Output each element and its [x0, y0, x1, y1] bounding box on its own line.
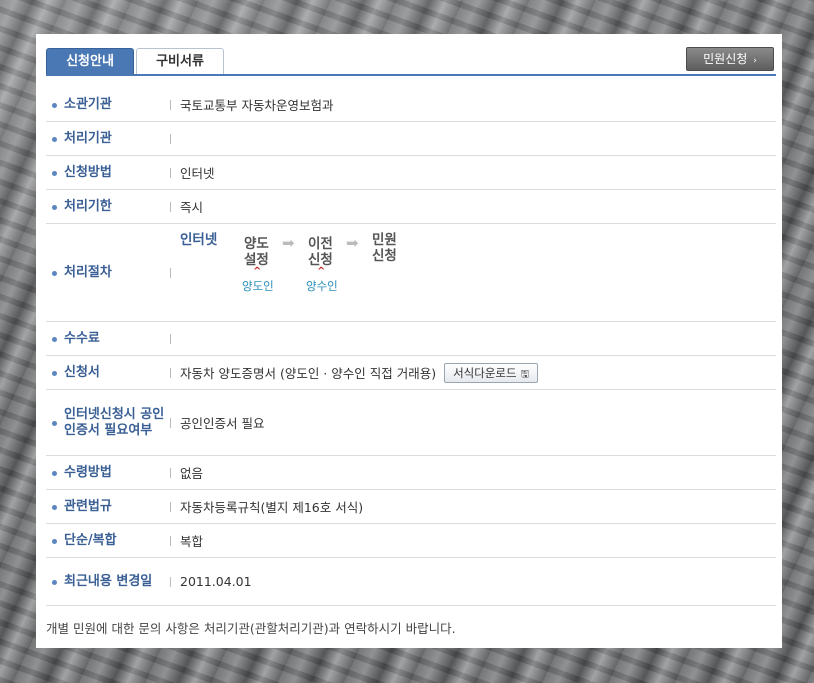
bullet-icon — [52, 370, 57, 376]
row-processing-deadline: 처리기한 즉시 — [46, 190, 776, 224]
form-name: 자동차 양도증명서 (양도인 · 양수인 직접 거래용) — [180, 366, 437, 381]
row-application-form: 신청서 자동차 양도증명서 (양도인 · 양수인 직접 거래용) 서식다운로드 🖫 — [46, 356, 776, 390]
row-value: 공인인증서 필요 — [180, 416, 265, 431]
tab-application-guide[interactable]: 신청안내 — [46, 48, 134, 75]
bullet-icon — [52, 538, 57, 544]
chevron-right-icon: › — [753, 56, 757, 66]
bullet-icon — [52, 170, 57, 176]
separator — [170, 133, 171, 144]
row-label: 처리절차 — [64, 264, 112, 280]
row-value: 인터넷 — [180, 166, 215, 181]
separator — [170, 267, 171, 278]
apply-button-label: 민원신청 — [703, 52, 748, 66]
apply-button[interactable]: 민원신청 › — [686, 47, 774, 71]
separator — [170, 467, 171, 478]
civil-service-info-panel: 신청안내 구비서류 민원신청 › 소관기관 국토교통부 자동차운영보험과 처리기관… — [36, 34, 782, 648]
caret-up-icon: ^ — [253, 266, 262, 277]
step-3-line1: 민원 — [372, 232, 397, 248]
row-application-method: 신청방법 인터넷 — [46, 156, 776, 190]
tab-underline — [46, 74, 776, 76]
bullet-icon — [52, 470, 57, 476]
row-label: 소관기관 — [64, 96, 112, 112]
arrow-right-icon: ➡ — [282, 234, 295, 252]
row-certificate-required: 인터넷신청시 공인인증서 필요여부 공인인증서 필요 — [46, 390, 776, 456]
row-value: 즉시 — [180, 200, 204, 215]
separator — [170, 367, 171, 378]
separator — [170, 201, 171, 212]
contact-notice: 개별 민원에 대한 문의 사항은 처리기관(관할처리기관)과 연락하시기 바랍니… — [46, 621, 456, 636]
step-2-line1: 이전 — [308, 236, 333, 252]
tab-required-documents[interactable]: 구비서류 — [136, 48, 224, 75]
row-receipt-method: 수령방법 없음 — [46, 456, 776, 490]
step-3-line2: 신청 — [372, 248, 397, 264]
bullet-icon — [52, 102, 57, 108]
disk-icon: 🖫 — [520, 368, 530, 380]
procedure-start: 인터넷 — [180, 232, 218, 248]
bullet-icon — [52, 504, 57, 510]
separator — [170, 417, 171, 428]
row-last-modified: 최근내용 변경일 2011.04.01 — [46, 558, 776, 606]
row-value: 없음 — [180, 466, 204, 481]
row-label: 수수료 — [64, 330, 100, 346]
row-label: 관련법규 — [64, 498, 112, 514]
row-label: 수령방법 — [64, 464, 112, 480]
separator — [170, 576, 171, 587]
row-label: 처리기한 — [64, 198, 112, 214]
separator — [170, 99, 171, 110]
row-label: 인터넷신청시 공인인증서 필요여부 — [64, 406, 165, 438]
row-value: 국토교통부 자동차운영보험과 — [180, 98, 334, 113]
row-simple-complex: 단순/복합 복합 — [46, 524, 776, 558]
bullet-icon — [52, 270, 57, 276]
row-fee: 수수료 — [46, 322, 776, 356]
row-value: 자동차 양도증명서 (양도인 · 양수인 직접 거래용) 서식다운로드 🖫 — [180, 356, 539, 389]
separator — [170, 535, 171, 546]
row-procedure: 처리절차 인터넷 양도 설정 ^ 양도인 ➡ 이전 신청 ^ 양수인 ➡ 민원 … — [46, 224, 776, 322]
bullet-icon — [52, 336, 57, 342]
row-label: 신청방법 — [64, 164, 112, 180]
step-1-actor: 양도인 — [242, 279, 274, 293]
separator — [170, 501, 171, 512]
step-1-line1: 양도 — [244, 236, 269, 252]
bullet-icon — [52, 420, 57, 426]
separator — [170, 167, 171, 178]
row-label: 처리기관 — [64, 130, 112, 146]
form-download-button[interactable]: 서식다운로드 🖫 — [444, 362, 539, 383]
row-value: 2011.04.01 — [180, 574, 252, 589]
bullet-icon — [52, 204, 57, 210]
arrow-right-icon: ➡ — [346, 234, 359, 252]
step-2-actor: 양수인 — [306, 279, 338, 293]
row-jurisdiction: 소관기관 국토교통부 자동차운영보험과 — [46, 88, 776, 122]
row-label: 신청서 — [64, 364, 100, 380]
caret-up-icon: ^ — [317, 266, 326, 277]
download-label: 서식다운로드 — [453, 365, 517, 380]
info-table: 소관기관 국토교통부 자동차운영보험과 처리기관 신청방법 인터넷 처리기한 즉… — [46, 88, 776, 606]
row-processing-agency: 처리기관 — [46, 122, 776, 156]
separator — [170, 333, 171, 344]
procedure-flow: 인터넷 양도 설정 ^ 양도인 ➡ 이전 신청 ^ 양수인 ➡ 민원 신청 — [180, 230, 440, 310]
row-related-law: 관련법규 자동차등록규칙(별지 제16호 서식) — [46, 490, 776, 524]
row-value: 자동차등록규칙(별지 제16호 서식) — [180, 500, 364, 515]
bullet-icon — [52, 579, 57, 585]
row-value: 복합 — [180, 534, 204, 549]
row-label: 최근내용 변경일 — [64, 573, 153, 589]
row-label: 단순/복합 — [64, 532, 117, 548]
bullet-icon — [52, 136, 57, 142]
